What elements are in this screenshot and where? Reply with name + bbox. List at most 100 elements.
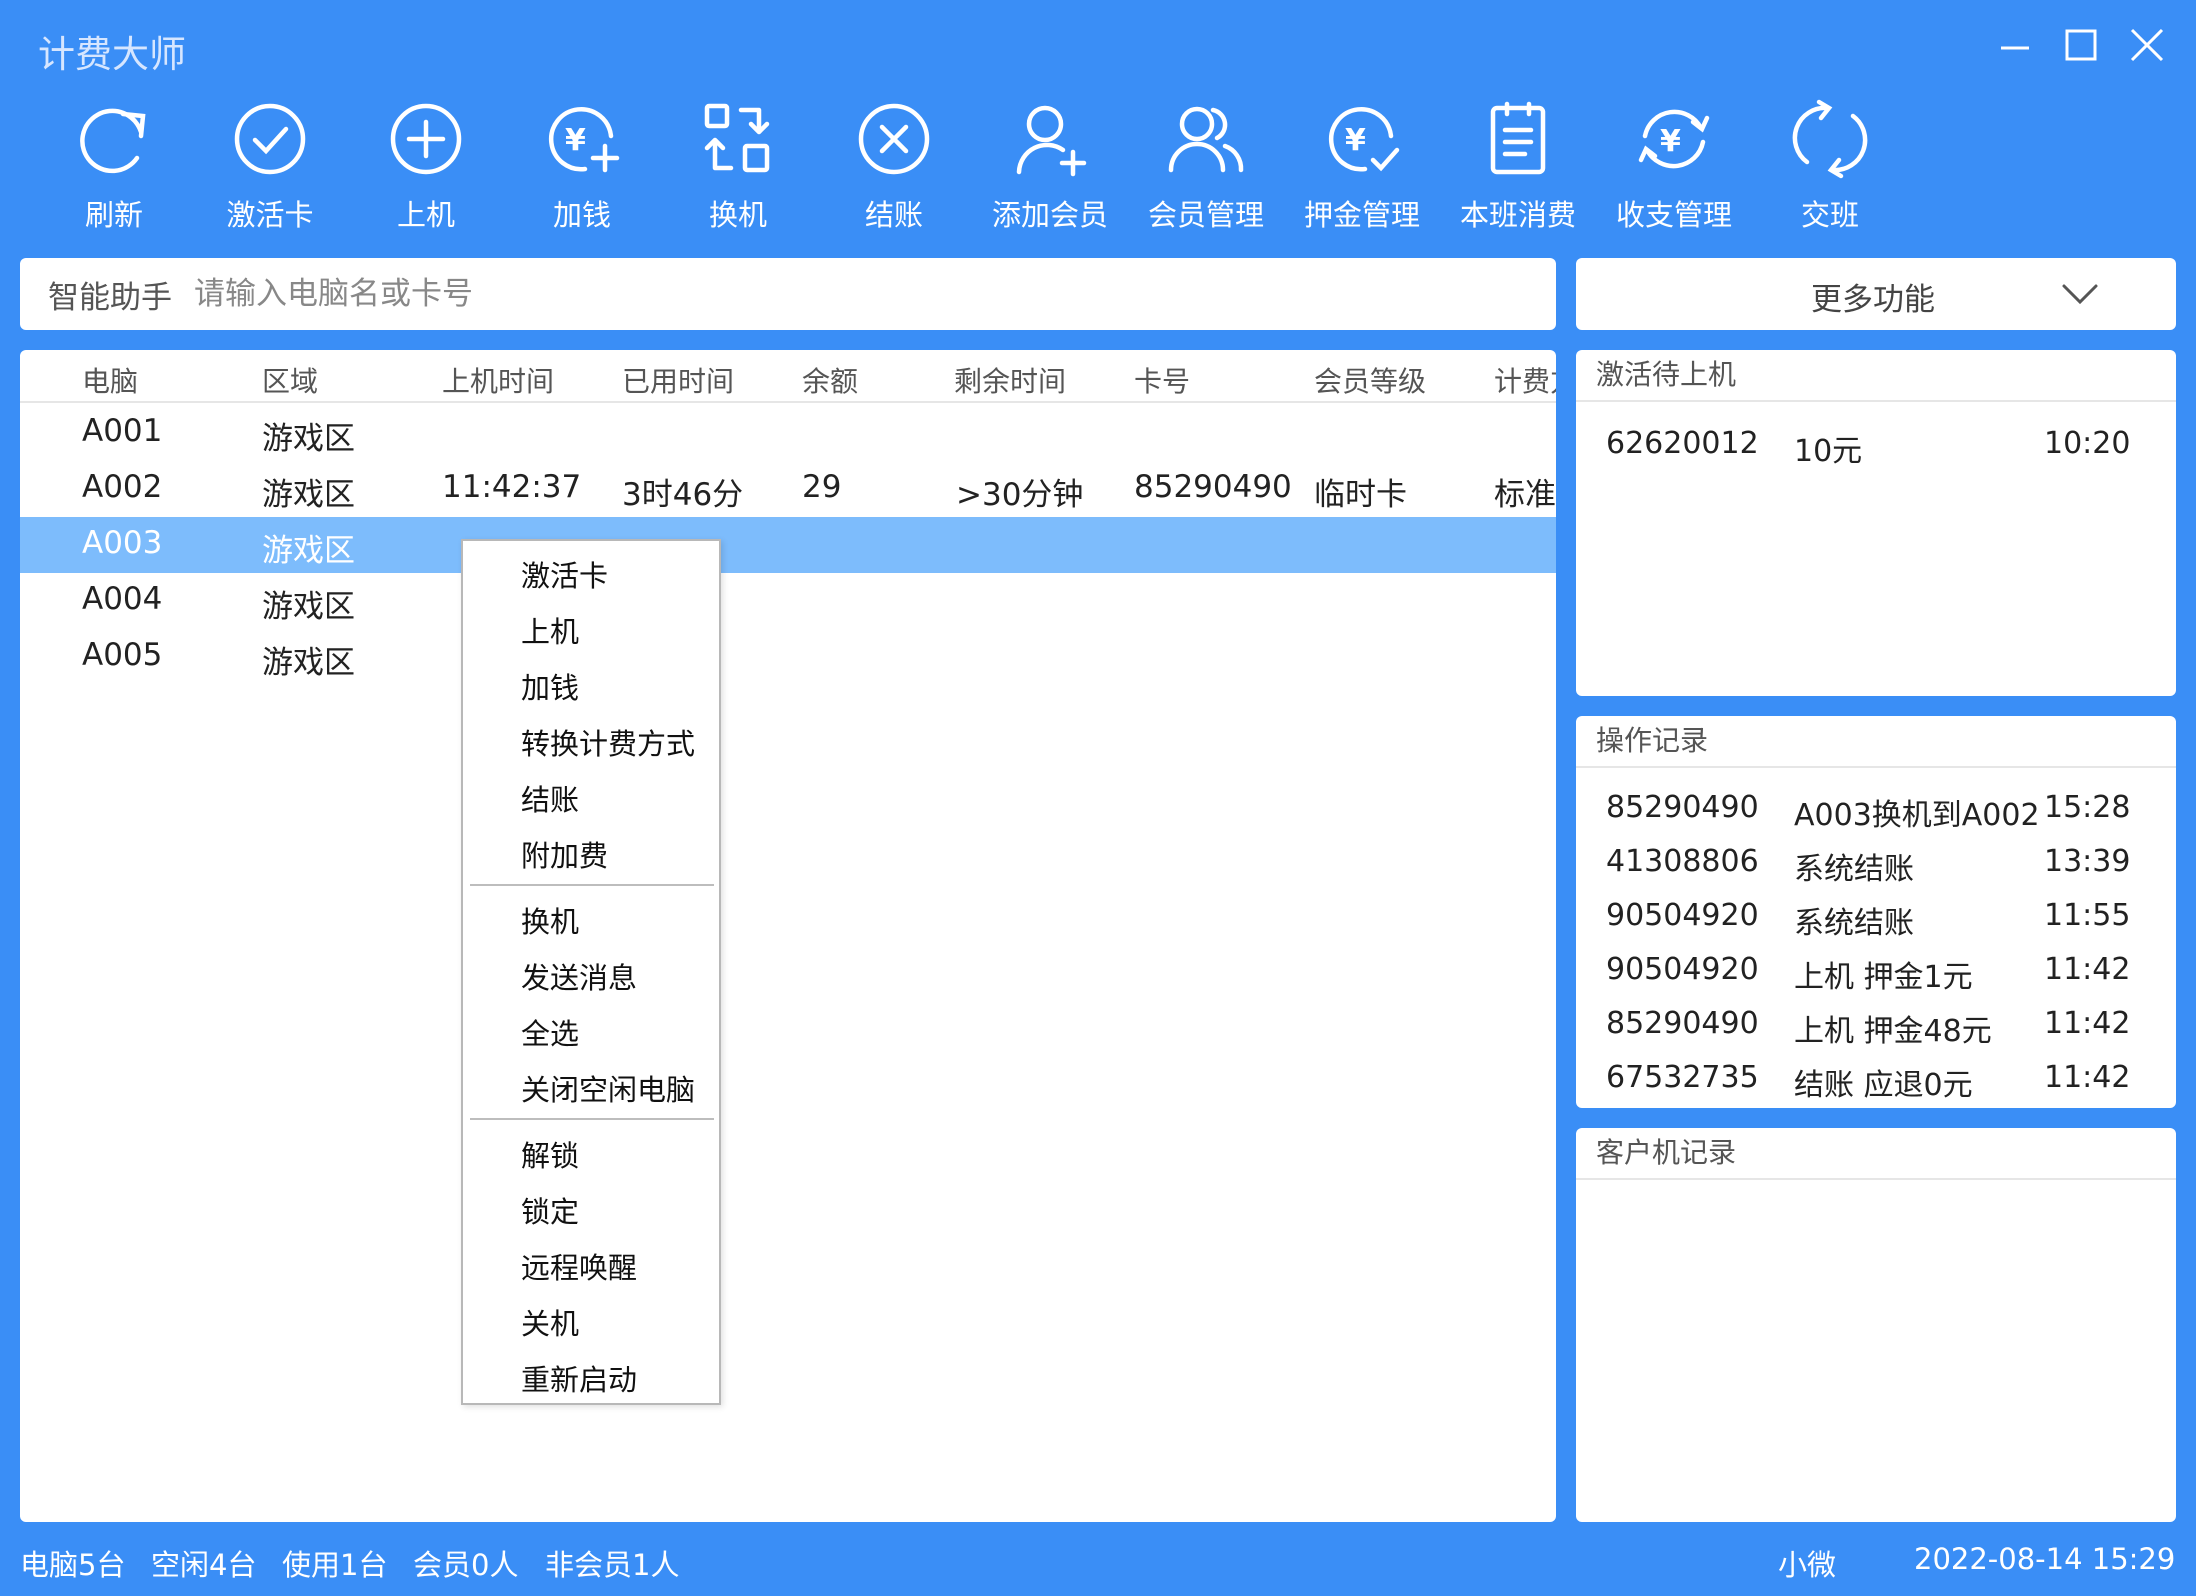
table-row-selected[interactable]: A003 游戏区	[20, 517, 1556, 573]
close-icon[interactable]	[2124, 22, 2172, 70]
add-money-button[interactable]: ¥ 加钱	[504, 92, 660, 242]
menu-item-select-all[interactable]: 全选	[521, 1011, 579, 1053]
column-header[interactable]: 会员等级	[1314, 360, 1426, 400]
menu-item-checkout[interactable]: 结账	[521, 777, 579, 819]
list-item[interactable]: 41308806 系统结账 13:39	[1576, 838, 2176, 892]
list-item[interactable]: 90504920 系统结账 11:55	[1576, 892, 2176, 946]
yen-check-icon: ¥	[1329, 107, 1400, 172]
menu-item-unlock[interactable]: 解锁	[521, 1133, 579, 1175]
status-in-use: 使用1台	[282, 1548, 388, 1582]
operation: A003换机到A002	[1794, 798, 2040, 833]
menu-item-send-message[interactable]: 发送消息	[521, 955, 637, 997]
column-header[interactable]: 剩余时间	[954, 360, 1066, 400]
cell-computer: A003	[82, 525, 163, 561]
deposit-management-button[interactable]: ¥ 押金管理	[1284, 92, 1440, 242]
list-item[interactable]: 67532735 结账 应退0元 11:42	[1576, 1054, 2176, 1108]
toolbar-label: 激活卡	[226, 198, 314, 232]
menu-item-shutdown[interactable]: 关机	[521, 1301, 579, 1343]
start-session-button[interactable]: 上机	[348, 92, 504, 242]
menu-separator	[470, 1118, 714, 1120]
cell-zone: 游戏区	[262, 477, 355, 513]
switch-machine-button[interactable]: 换机	[660, 92, 816, 242]
column-header[interactable]: 已用时间	[622, 360, 734, 400]
time: 11:42	[2044, 1060, 2131, 1095]
menu-item-restart[interactable]: 重新启动	[521, 1357, 637, 1399]
checkout-button[interactable]: 结账	[816, 92, 972, 242]
toolbar-label: 会员管理	[1147, 198, 1264, 232]
status-datetime: 2022-08-14 15:29	[1914, 1542, 2176, 1576]
more-functions-dropdown[interactable]: 更多功能	[1576, 258, 2176, 330]
toolbar-label: 交班	[1800, 198, 1859, 232]
toolbar-label: 刷新	[84, 198, 143, 232]
refresh-icon	[80, 108, 146, 174]
x-circle-icon	[858, 103, 930, 175]
operation: 系统结账	[1794, 906, 1914, 941]
menu-item-switch-machine[interactable]: 换机	[521, 899, 579, 941]
income-expense-button[interactable]: ¥ 收支管理	[1596, 92, 1752, 242]
column-header[interactable]: 计费方	[1494, 360, 1556, 400]
svg-text:¥: ¥	[565, 123, 586, 158]
svg-text:¥: ¥	[1660, 124, 1681, 159]
add-member-button[interactable]: 添加会员	[972, 92, 1128, 242]
toolbar-label: 上机	[396, 198, 455, 232]
member-management-button[interactable]: 会员管理	[1128, 92, 1284, 242]
toolbar-label: 换机	[708, 198, 767, 232]
handover-icon	[1792, 99, 1868, 179]
table-row[interactable]: A002 游戏区 11:42:37 3时46分 29 >30分钟 8529049…	[20, 461, 1556, 517]
amount: 10元	[1794, 434, 1863, 469]
yen-plus-icon: ¥	[549, 107, 620, 173]
column-header[interactable]: 余额	[802, 360, 858, 400]
menu-item-surcharge[interactable]: 附加费	[521, 833, 608, 875]
cell-zone: 游戏区	[262, 589, 355, 625]
card-number: 90504920	[1606, 952, 1759, 987]
search-label: 智能助手	[48, 279, 172, 316]
list-item[interactable]: 62620012 10元 10:20	[1576, 420, 2176, 474]
menu-item-change-billing[interactable]: 转换计费方式	[521, 721, 695, 763]
menu-separator	[470, 884, 714, 886]
toolbar: 刷新 激活卡 上机 ¥ 加钱 换机 结账 添加会员 会员管理 ¥ 押金管理 本班…	[36, 92, 1908, 242]
column-header[interactable]: 电脑	[82, 360, 138, 400]
cell-balance: 29	[802, 469, 842, 505]
cell-computer: A005	[82, 637, 163, 673]
list-item[interactable]: 90504920 上机 押金1元 11:42	[1576, 946, 2176, 1000]
list-item[interactable]: 85290490 上机 押金48元 11:42	[1576, 1000, 2176, 1054]
minimize-icon[interactable]	[1995, 22, 2043, 70]
title-bar: 计费大师	[0, 0, 2196, 90]
cell-card-number: 85290490	[1134, 469, 1292, 505]
cell-zone: 游戏区	[262, 421, 355, 457]
toolbar-label: 本班消费	[1459, 198, 1576, 232]
menu-item-lock[interactable]: 锁定	[521, 1189, 579, 1231]
search-input[interactable]	[194, 276, 1394, 312]
operation: 系统结账	[1794, 852, 1914, 887]
clipboard-icon	[1490, 101, 1546, 175]
cell-computer: A002	[82, 469, 163, 505]
menu-item-activate-card[interactable]: 激活卡	[521, 553, 608, 595]
menu-item-shutdown-idle[interactable]: 关闭空闲电脑	[521, 1067, 695, 1109]
refresh-button[interactable]: 刷新	[36, 92, 192, 242]
column-header[interactable]: 区域	[262, 360, 318, 400]
app-title: 计费大师	[38, 33, 186, 76]
list-item[interactable]: 85290490 A003换机到A002 15:28	[1576, 784, 2176, 838]
operation: 上机 押金48元	[1794, 1014, 1992, 1049]
table-header: 电脑 区域 上机时间 已用时间 余额 剩余时间 卡号 会员等级 计费方	[20, 350, 1556, 403]
smart-assistant-bar: 智能助手	[20, 258, 1556, 330]
table-row[interactable]: A001 游戏区	[20, 405, 1556, 461]
card-number: 41308806	[1606, 844, 1759, 879]
table-row[interactable]: A005 游戏区	[20, 629, 1556, 685]
status-idle: 空闲4台	[151, 1548, 257, 1582]
operation: 结账 应退0元	[1794, 1068, 1973, 1103]
menu-item-remote-wake[interactable]: 远程唤醒	[521, 1245, 637, 1287]
handover-button[interactable]: 交班	[1752, 92, 1908, 242]
maximize-icon[interactable]	[2058, 22, 2106, 70]
toolbar-label: 添加会员	[991, 198, 1108, 232]
activate-card-button[interactable]: 激活卡	[192, 92, 348, 242]
client-log-panel: 客户机记录	[1576, 1128, 2176, 1522]
column-header[interactable]: 卡号	[1134, 360, 1190, 400]
cell-used-time: 3时46分	[622, 477, 744, 513]
table-row[interactable]: A004 游戏区	[20, 573, 1556, 629]
status-user: 小微	[1778, 1548, 1837, 1582]
menu-item-start-session[interactable]: 上机	[521, 609, 579, 651]
column-header[interactable]: 上机时间	[442, 360, 554, 400]
menu-item-add-money[interactable]: 加钱	[521, 665, 579, 707]
shift-consumption-button[interactable]: 本班消费	[1440, 92, 1596, 242]
